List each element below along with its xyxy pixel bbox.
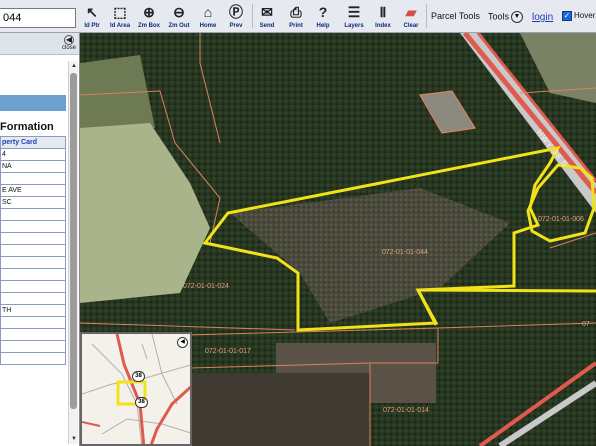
previous-icon: Ⓟ <box>229 4 243 20</box>
id-area-icon: ⬚ <box>113 4 127 20</box>
checkmark-icon: ✓ <box>562 11 572 21</box>
route-shield: 38 <box>132 371 145 382</box>
table-row: 4 <box>0 148 66 161</box>
table-cell <box>0 340 66 353</box>
overview-toggle-icon[interactable]: ◀ <box>177 337 188 348</box>
table-row: SC <box>0 196 66 209</box>
table-cell <box>0 328 66 341</box>
table-cell: NA <box>0 160 66 173</box>
table-row <box>0 268 66 281</box>
table-row <box>0 328 66 341</box>
scroll-down-icon[interactable]: ▼ <box>69 434 79 444</box>
table-row <box>0 340 66 353</box>
print-icon: ⎙ <box>290 4 302 20</box>
table-cell <box>0 172 66 185</box>
table-cell <box>0 244 66 257</box>
chevron-down-icon: ▼ <box>511 11 524 23</box>
toolbar-divider <box>426 4 427 28</box>
table-row <box>0 208 66 221</box>
route-shield: 38 <box>135 397 148 408</box>
layers-button[interactable]: ☰ Layers <box>340 2 368 32</box>
table-row: NA <box>0 160 66 173</box>
hover-label: Hover <box>574 11 596 21</box>
send-icon: ✉ <box>261 4 273 20</box>
property-card-link[interactable]: perty Card <box>0 136 66 149</box>
table-row <box>0 256 66 269</box>
table-cell <box>0 220 66 233</box>
table-cell <box>0 256 66 269</box>
zoom-out-button[interactable]: ⊖ Zm Out <box>166 2 192 32</box>
panel-header-bar <box>0 95 66 111</box>
overview-roads <box>82 334 190 444</box>
table-row <box>0 292 66 305</box>
table-cell: SC <box>0 196 66 209</box>
table-cell <box>0 292 66 305</box>
tools-label: Tools <box>488 11 510 22</box>
table-row: perty Card <box>0 136 66 149</box>
table-cell: 4 <box>0 148 66 161</box>
close-panel-button[interactable]: ◀ close <box>61 35 77 51</box>
table-cell: E AVE <box>0 184 66 197</box>
table-row <box>0 172 66 185</box>
close-icon: ◀ <box>64 35 74 45</box>
home-button[interactable]: ⌂ Home <box>198 2 218 32</box>
table-cell: TH <box>0 304 66 317</box>
table-cell <box>0 316 66 329</box>
table-row <box>0 220 66 233</box>
table-cell <box>0 280 66 293</box>
toolbar-divider <box>252 4 253 28</box>
hover-checkbox[interactable]: ✓ Hover <box>562 11 595 21</box>
overview-map[interactable]: ◀ 38 38 <box>80 332 192 446</box>
index-icon: Ⅱ <box>379 4 387 20</box>
send-button[interactable]: ✉ Send <box>256 2 278 32</box>
index-button[interactable]: Ⅱ Index <box>372 2 394 32</box>
zoom-out-icon: ⊖ <box>173 4 185 20</box>
table-cell <box>0 268 66 281</box>
pointer-icon: ↖ <box>86 4 98 20</box>
info-panel: ◀ close Formation perty Card 4 NA E AVE SC T… <box>0 33 80 446</box>
parcel-label: 07 <box>582 321 590 328</box>
clear-button[interactable]: ▰ Clear <box>400 2 422 32</box>
table-cell <box>0 232 66 245</box>
scroll-up-icon[interactable]: ▲ <box>69 61 79 71</box>
id-pointer-button[interactable]: ↖ Id Ptr <box>82 2 102 32</box>
table-row <box>0 352 66 365</box>
panel-topbar: ◀ close <box>0 33 79 55</box>
login-link[interactable]: login <box>532 12 553 23</box>
scroll-thumb[interactable] <box>70 73 77 409</box>
parcel-label: 072-01-01-006 <box>538 216 584 223</box>
table-row <box>0 232 66 245</box>
table-cell <box>0 352 66 365</box>
table-row <box>0 280 66 293</box>
table-row <box>0 244 66 257</box>
parcel-label: 072-01-01-024 <box>183 283 229 290</box>
field <box>190 373 370 446</box>
zoom-box-button[interactable]: ⊕ Zm Box <box>137 2 161 32</box>
zoom-box-icon: ⊕ <box>143 4 155 20</box>
table-row <box>0 316 66 329</box>
help-button[interactable]: ? Help <box>313 2 333 32</box>
help-icon: ? <box>318 4 328 20</box>
table-cell <box>0 208 66 221</box>
table-row: TH <box>0 304 66 317</box>
parcel-label: 072-01-01-014 <box>383 407 429 414</box>
home-icon: ⌂ <box>203 4 213 20</box>
selected-parcel-edge <box>417 288 596 293</box>
layers-icon: ☰ <box>347 4 361 20</box>
print-button[interactable]: ⎙ Print <box>285 2 307 32</box>
panel-scrollbar[interactable]: ▲ ▼ <box>68 61 78 444</box>
table-row: E AVE <box>0 184 66 197</box>
toolbar: 044 ↖ Id Ptr ⬚ Id Area ⊕ Zm Box ⊖ Zm Out… <box>0 0 596 33</box>
parcel-label: 072-01-01-017 <box>205 348 251 355</box>
property-table: perty Card 4 NA E AVE SC TH <box>0 136 66 365</box>
section-title: Formation <box>0 121 54 133</box>
id-area-button[interactable]: ⬚ Id Area <box>108 2 132 32</box>
parcel-tools-menu[interactable]: Parcel Tools <box>431 11 480 21</box>
tools-dropdown[interactable]: Tools ▼ <box>488 11 524 23</box>
parcel-label: 072-01-01-044 <box>382 249 428 256</box>
parcel-search-input[interactable]: 044 <box>0 8 76 28</box>
previous-button[interactable]: Ⓟ Prev <box>226 2 246 32</box>
clear-icon: ▰ <box>405 4 417 20</box>
